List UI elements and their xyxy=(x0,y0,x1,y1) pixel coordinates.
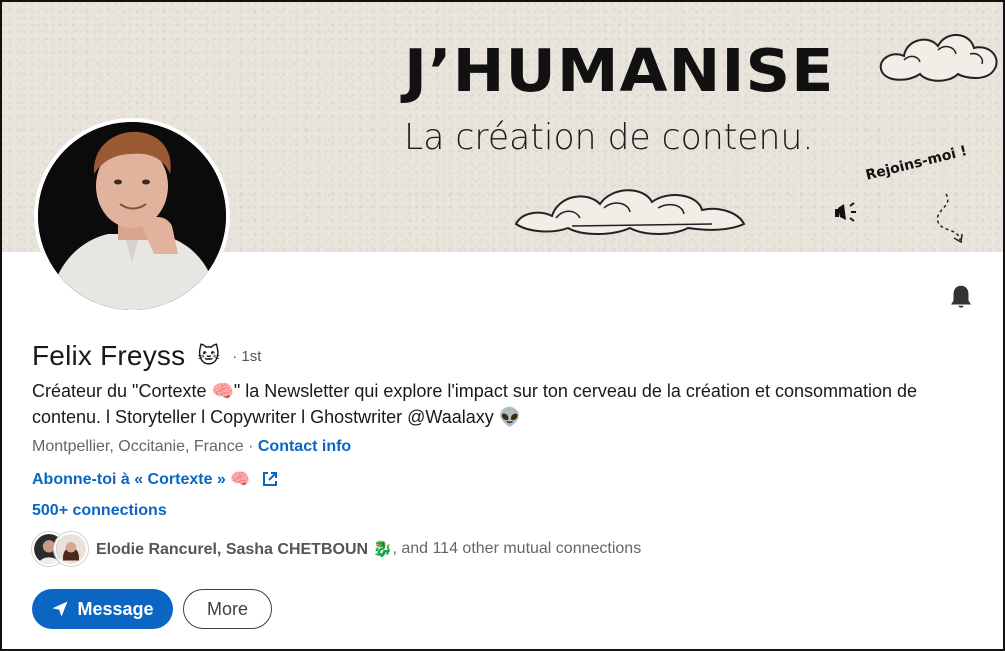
bell-icon xyxy=(951,285,971,308)
paper-plane-icon xyxy=(52,601,68,617)
profile-card: J’HUMANISE La création de contenu. Rejoi… xyxy=(0,0,1005,651)
mutual-connections[interactable]: Elodie Rancurel, Sasha CHETBOUN 🐉 , and … xyxy=(32,532,641,566)
banner-cta: Rejoins-moi ! xyxy=(864,143,969,184)
profile-headline: Créateur du "Cortexte 🧠" la Newsletter q… xyxy=(32,381,918,427)
mutual-rest: , and 114 other mutual connections xyxy=(392,540,642,557)
banner-subtitle: La création de contenu. xyxy=(404,117,814,158)
name-row: Felix Freyss 🐱 · 1st xyxy=(32,340,261,372)
dashed-arrow-icon xyxy=(936,193,963,244)
more-button[interactable]: More xyxy=(183,589,272,629)
mutual-names: Elodie Rancurel, Sasha CHETBOUN 🐉 xyxy=(96,541,393,558)
newsletter-link[interactable]: Abonne-toi à « Cortexte » 🧠 xyxy=(32,469,278,489)
cat-emoji-icon: 🐱 xyxy=(197,343,221,368)
newsletter-label: Abonne-toi à « Cortexte » 🧠 xyxy=(32,471,251,488)
message-button[interactable]: Message xyxy=(32,589,173,629)
message-button-label: Message xyxy=(77,598,154,619)
connection-degree: · 1st xyxy=(232,347,262,365)
cloud-illustration xyxy=(514,189,746,235)
avatar xyxy=(54,532,88,566)
megaphone-icon xyxy=(835,202,856,222)
profile-avatar[interactable] xyxy=(34,118,230,314)
connections-link[interactable]: 500+ connections xyxy=(32,502,167,520)
profile-name: Felix Freyss xyxy=(32,340,186,371)
location-text: Montpellier, Occitanie, France · xyxy=(32,438,254,455)
more-button-label: More xyxy=(206,598,248,619)
banner-title: J’HUMANISE xyxy=(404,35,835,106)
contact-info-link[interactable]: Contact info xyxy=(258,438,351,455)
location-row: Montpellier, Occitanie, France · Contact… xyxy=(32,438,351,456)
profile-photo xyxy=(38,122,226,310)
notification-bell-button[interactable] xyxy=(946,282,976,312)
external-link-icon xyxy=(263,472,278,486)
cloud-illustration xyxy=(879,34,998,82)
